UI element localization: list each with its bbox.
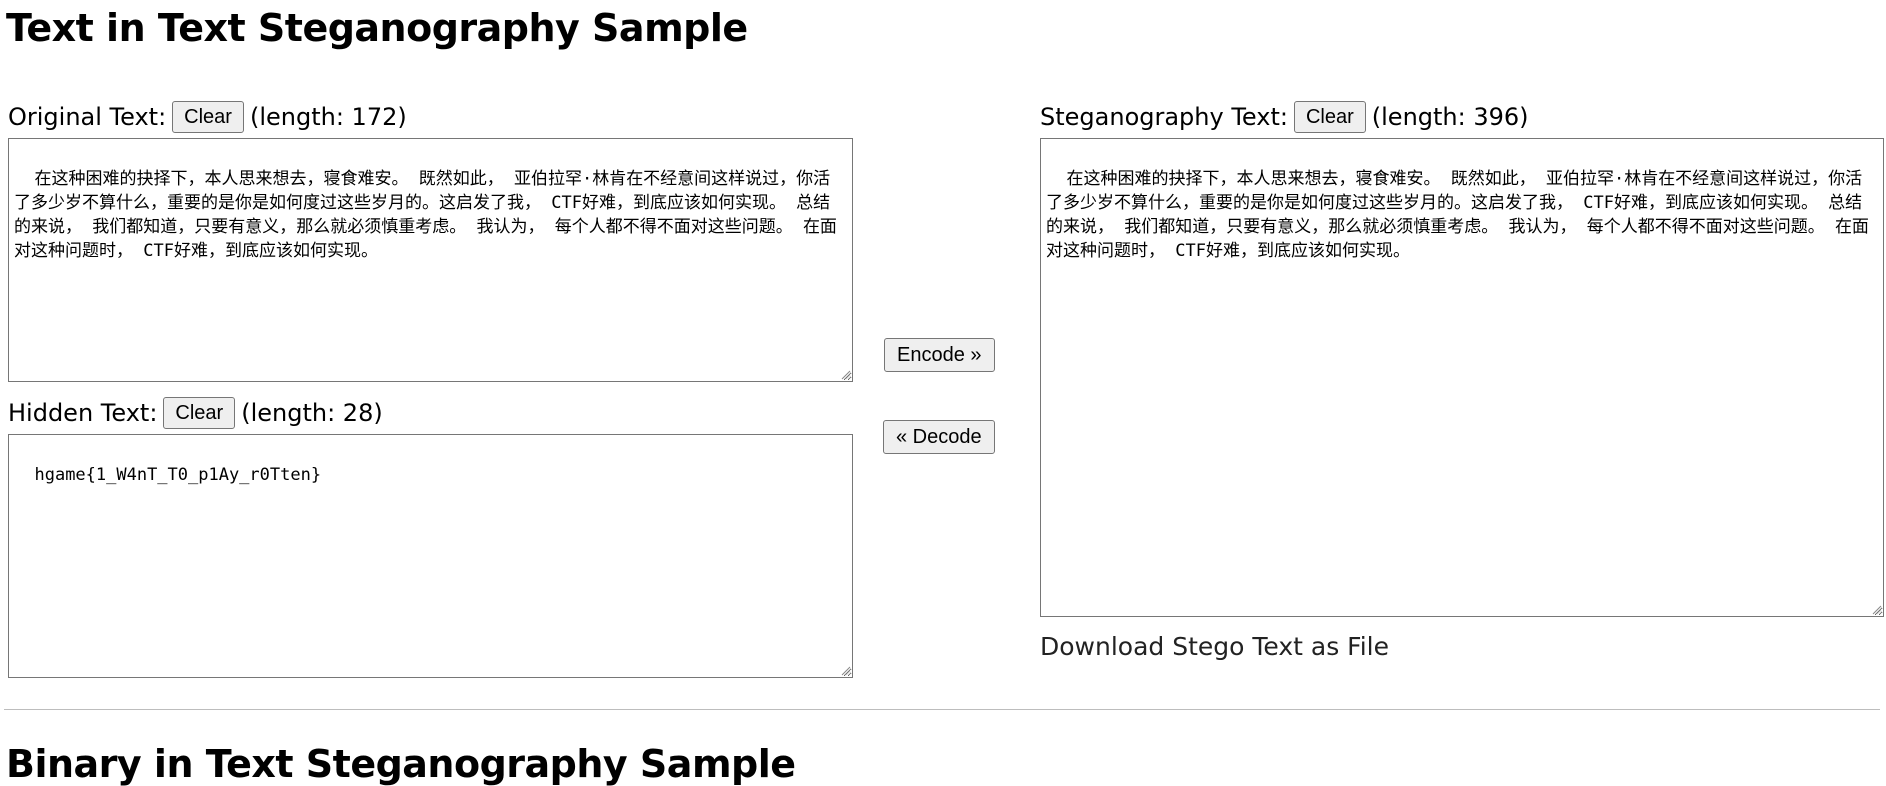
hidden-text-label: Hidden Text: [8, 399, 158, 427]
binary-section-title: Binary in Text Steganography Sample [6, 742, 796, 786]
resize-grip-icon[interactable] [839, 664, 851, 676]
original-text-row: Original Text: Clear (length: 172) [8, 100, 407, 134]
section-divider [4, 709, 1880, 710]
stego-length: (length: 396) [1371, 103, 1529, 131]
original-text-value: 在这种困难的抉择下，本人思来想去，寝食难安。 既然如此， 亚伯拉罕·林肯在不经意… [14, 169, 837, 261]
hidden-length: (length: 28) [241, 399, 383, 427]
stego-text-value: 在这种困难的抉择下，本人思来想去，寝食难安。 既然如此， 亚伯拉罕·林肯在不经意… [1046, 169, 1869, 261]
stego-text-label: Steganography Text: [1040, 103, 1288, 131]
page-title: Text in Text Steganography Sample [6, 6, 748, 50]
original-text-area[interactable]: 在这种困难的抉择下，本人思来想去，寝食难安。 既然如此， 亚伯拉罕·林肯在不经意… [8, 138, 853, 382]
stego-text-area[interactable]: 在这种困难的抉择下，本人思来想去，寝食难安。 既然如此， 亚伯拉罕·林肯在不经意… [1040, 138, 1884, 617]
decode-button[interactable]: « Decode [883, 420, 995, 454]
stego-text-row: Steganography Text: Clear (length: 396) [1040, 100, 1529, 134]
clear-hidden-button[interactable]: Clear [163, 397, 236, 429]
clear-original-button[interactable]: Clear [172, 101, 244, 133]
hidden-text-value: hgame{1_W4nT_T0_p1Ay_r0Tten} [34, 465, 322, 485]
clear-stego-button[interactable]: Clear [1293, 101, 1366, 133]
hidden-text-row: Hidden Text: Clear (length: 28) [8, 396, 383, 430]
resize-grip-icon[interactable] [1870, 603, 1882, 615]
original-text-label: Original Text: [8, 103, 167, 131]
encode-button[interactable]: Encode » [884, 338, 995, 372]
original-length: (length: 172) [249, 103, 407, 131]
download-stego-link[interactable]: Download Stego Text as File [1040, 632, 1389, 661]
resize-grip-icon[interactable] [839, 368, 851, 380]
hidden-text-area[interactable]: hgame{1_W4nT_T0_p1Ay_r0Tten} [8, 434, 853, 678]
